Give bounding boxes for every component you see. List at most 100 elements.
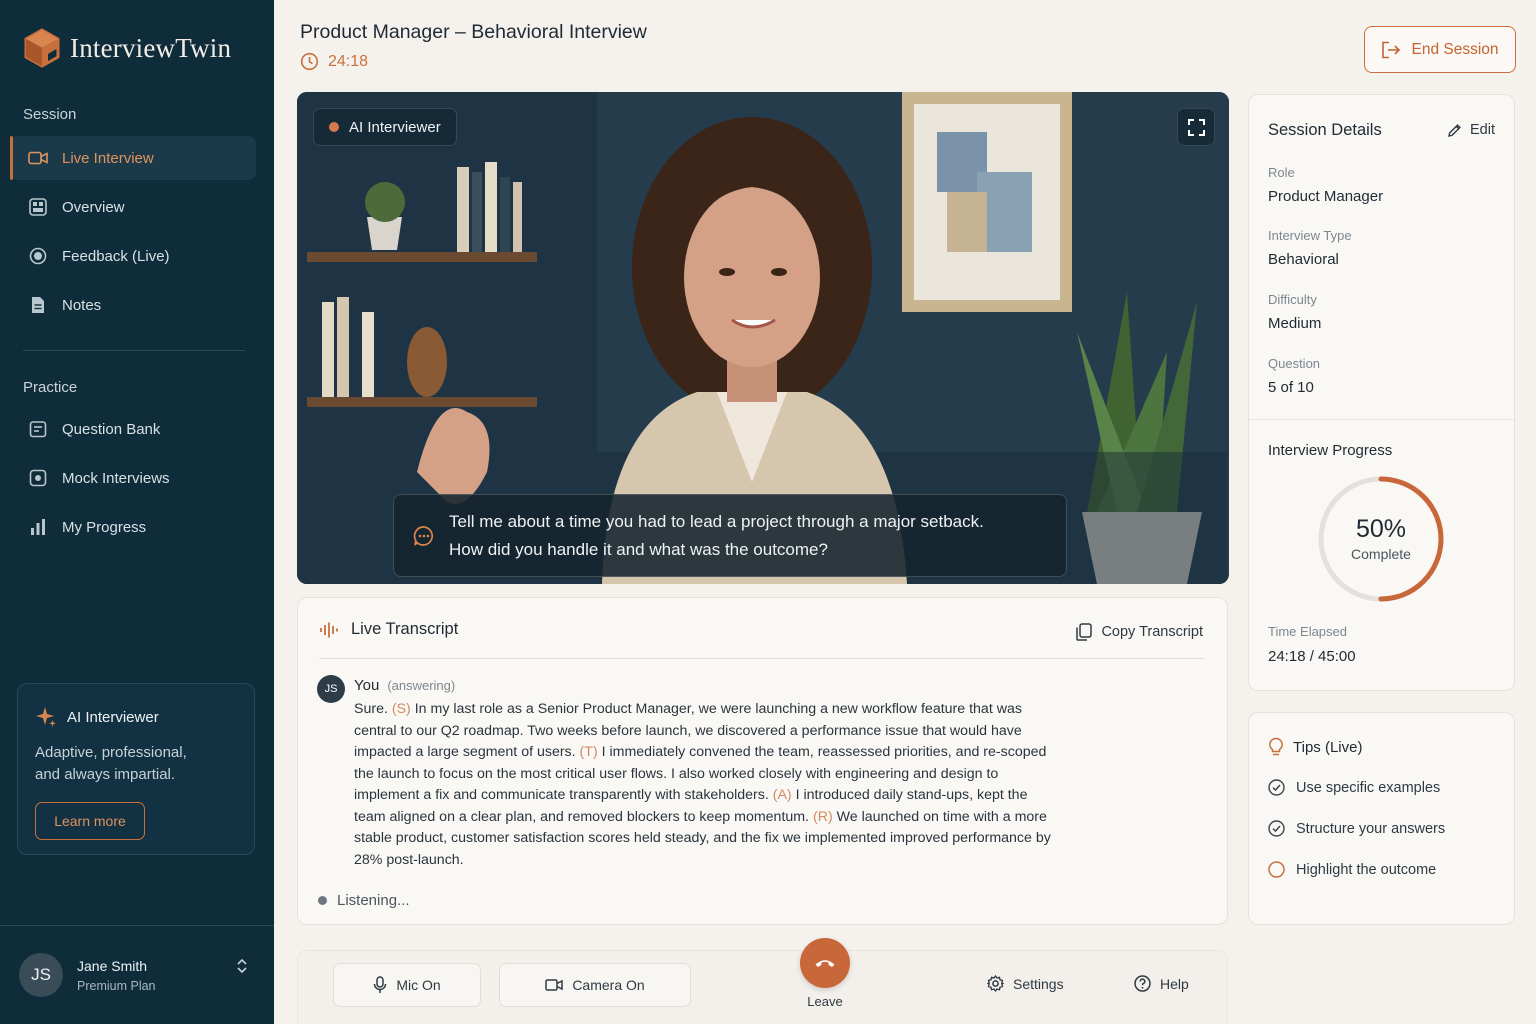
field-value-role: Product Manager [1268, 188, 1384, 205]
field-label-question: Question [1268, 356, 1321, 371]
sidebar-divider [23, 350, 245, 351]
fullscreen-icon [1187, 118, 1205, 136]
promo-title-text: AI Interviewer [67, 708, 159, 726]
tip-label: Highlight the outcome [1296, 861, 1437, 878]
camera-icon [545, 979, 564, 991]
sidebar-item-label: Overview [62, 198, 125, 216]
leave-call-button[interactable] [800, 938, 850, 988]
copy-icon [1076, 623, 1093, 641]
details-divider [1249, 419, 1514, 420]
lightbulb-icon [1269, 737, 1283, 756]
sidebar-item-notes[interactable]: Notes [10, 283, 256, 327]
mock-interviews-icon [28, 468, 48, 488]
sidebar-item-my-progress[interactable]: My Progress [10, 505, 256, 549]
session-timer: 24:18 [300, 52, 368, 71]
notes-icon [28, 295, 48, 315]
camera-label: Camera On [572, 977, 645, 993]
tip-item: Use specific examples [1268, 779, 1440, 796]
sidebar-item-question-bank[interactable]: Question Bank [10, 407, 256, 451]
learn-more-button[interactable]: Learn more [35, 802, 145, 840]
time-elapsed-value: 24:18 / 45:00 [1268, 648, 1356, 665]
listening-dot [318, 896, 327, 905]
field-label-interview-type: Interview Type [1268, 228, 1352, 243]
sidebar-item-feedback[interactable]: Feedback (Live) [10, 234, 256, 278]
end-session-button[interactable]: End Session [1364, 26, 1516, 73]
transcript-text: Sure. (S) In my last role as a Senior Pr… [354, 699, 1054, 871]
sidebar-item-label: Mock Interviews [62, 469, 170, 487]
check-circle-icon [1268, 820, 1285, 837]
chevron-up-down-icon[interactable] [236, 958, 248, 974]
field-value-interview-type: Behavioral [1268, 251, 1339, 268]
camera-toggle-button[interactable]: Camera On [499, 963, 691, 1007]
sidebar-item-label: Feedback (Live) [62, 247, 170, 265]
user-profile[interactable]: JS Jane Smith Premium Plan [0, 925, 274, 1024]
edit-details-button[interactable]: Edit [1447, 122, 1495, 138]
speaker-avatar: JS [317, 675, 345, 703]
logo-icon [24, 28, 60, 68]
avatar: JS [19, 953, 63, 997]
sidebar-item-label: My Progress [62, 518, 147, 536]
user-name: Jane Smith [77, 957, 148, 974]
gear-icon [987, 975, 1004, 992]
mic-toggle-button[interactable]: Mic On [333, 963, 481, 1007]
question-text: Tell me about a time you had to lead a p… [449, 508, 984, 564]
promo-title: AI Interviewer [35, 706, 237, 728]
sidebar-item-label: Question Bank [62, 420, 161, 438]
leave-label: Leave [807, 994, 843, 1009]
listening-label: Listening... [337, 892, 410, 909]
tip-label: Use specific examples [1296, 779, 1441, 796]
waveform-icon [320, 622, 338, 637]
listening-status: Listening... [318, 892, 410, 909]
check-circle-icon [1268, 779, 1285, 796]
tips-header: Tips (Live) [1268, 737, 1362, 757]
settings-button[interactable]: Settings [987, 975, 1064, 992]
promo-text: Adaptive, professional, and always impar… [35, 744, 187, 783]
transcript-header: Live Transcript [319, 620, 458, 639]
call-controls: Mic On Camera On Leave Settings Help [297, 938, 1228, 1024]
end-session-label: End Session [1411, 40, 1499, 58]
tip-item: Highlight the outcome [1268, 861, 1436, 878]
speaker-line: You (answering) [354, 677, 455, 694]
sparkle-icon [36, 707, 56, 727]
live-dot [329, 122, 339, 132]
time-elapsed-label: Time Elapsed [1268, 624, 1347, 639]
transcript-segment: Sure. [354, 701, 392, 717]
star-tag-situation: (S) [391, 701, 411, 717]
live-transcript-panel: Live Transcript Copy Transcript JS You (a… [297, 597, 1228, 925]
section-label-session: Session [23, 106, 77, 123]
section-label-practice: Practice [23, 379, 78, 396]
timer-value: 24:18 [328, 52, 369, 70]
star-tag-action: (A) [772, 787, 792, 803]
chat-bubble-icon [413, 525, 433, 546]
transcript-title: Live Transcript [351, 620, 459, 638]
fullscreen-button[interactable] [1177, 108, 1215, 146]
sidebar-item-live-interview[interactable]: Live Interview [10, 136, 256, 180]
question-bank-icon [28, 419, 48, 439]
question-line-2: How did you handle it and what was the o… [449, 539, 828, 559]
transcript-divider [319, 658, 1204, 659]
app-logo[interactable]: InterviewTwin [24, 28, 231, 68]
feedback-icon [28, 246, 48, 266]
ai-interviewer-badge: AI Interviewer [313, 108, 457, 146]
copy-transcript-button[interactable]: Copy Transcript [1076, 623, 1203, 641]
clock-icon [300, 52, 319, 71]
session-details-title: Session Details [1268, 121, 1382, 139]
tips-title: Tips (Live) [1293, 738, 1363, 756]
interviewer-video: AI Interviewer Tell me about a time you … [297, 92, 1229, 584]
settings-label: Settings [1013, 975, 1064, 992]
help-label: Help [1160, 975, 1189, 992]
progress-complete-label: Complete [1351, 546, 1411, 562]
help-button[interactable]: Help [1134, 975, 1189, 992]
question-caption: Tell me about a time you had to lead a p… [393, 494, 1067, 577]
star-tag-task: (T) [579, 744, 598, 760]
user-plan: Premium Plan [77, 978, 156, 993]
edit-label: Edit [1470, 122, 1495, 138]
bar-chart-icon [28, 517, 48, 537]
sidebar-item-mock-interviews[interactable]: Mock Interviews [10, 456, 256, 500]
sidebar-item-label: Live Interview [62, 149, 154, 167]
session-details-panel: Session Details Edit Role Product Manage… [1248, 94, 1515, 691]
help-icon [1134, 975, 1151, 992]
star-tag-result: (R) [812, 808, 833, 825]
sidebar-item-overview[interactable]: Overview [10, 185, 256, 229]
field-label-difficulty: Difficulty [1268, 292, 1317, 307]
